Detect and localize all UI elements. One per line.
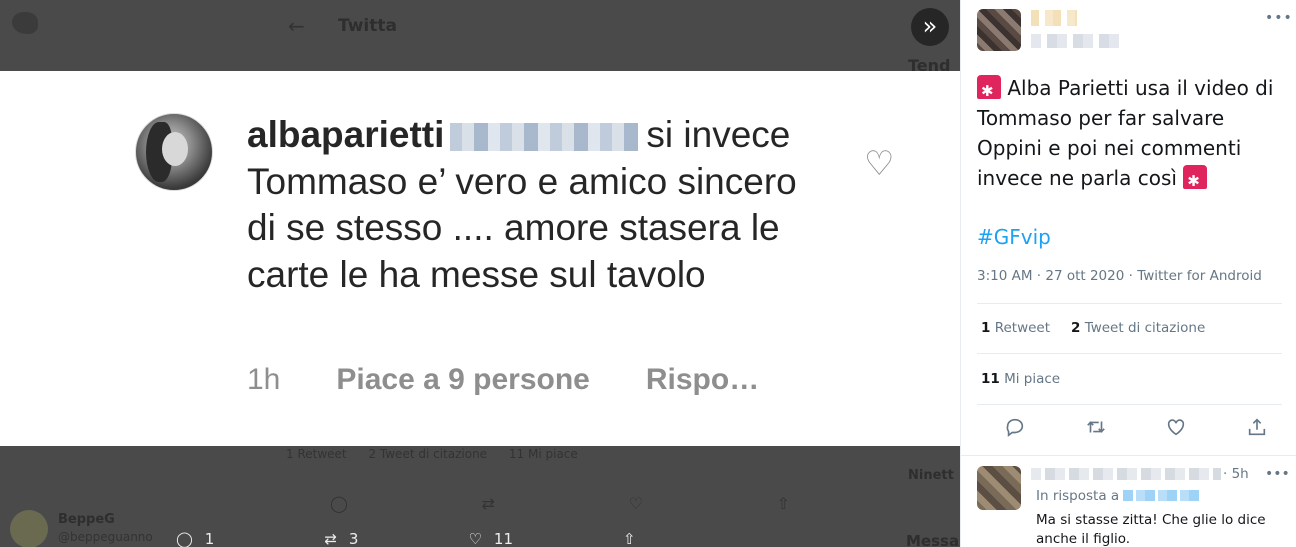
reply-icon: ◯ [330,494,348,513]
meta-separator: · [1124,268,1138,284]
expand-panel-button[interactable]: » [911,8,949,46]
divider [977,404,1282,405]
avatar-face [162,132,188,166]
blurred-author-handle [1031,34,1119,48]
tweet-meta: 3:10 AM · 27 ott 2020 · Twitter for Andr… [977,268,1262,284]
like-count: 11 [493,530,514,547]
tweet-action-bar [1001,416,1271,444]
reply-icon: ◯ [176,530,193,547]
retweet-icon[interactable] [1082,416,1110,444]
instagram-avatar [135,113,213,191]
background-action-bar: ◯ ⇄ ♡ ⇧ [330,494,790,513]
media-viewer: ← Twitta Tend 1 Retweet 2 Tweet di citaz… [0,0,960,547]
like-icon: ♡ [628,494,643,513]
retweets-label: Retweet [994,320,1051,336]
quotes-stat[interactable]: 2 Tweet di citazione [1071,320,1205,336]
comment-meta: 1h Piace a 9 persone Rispo… [247,363,759,397]
likes-count: 11 [981,371,1000,387]
background-stat: 1 Retweet [286,447,347,461]
siren-icon [977,75,1001,106]
background-stats: 1 Retweet 2 Tweet di citazione 11 Mi pia… [286,447,596,461]
background-messages-label: Messa [906,532,960,547]
heart-icon: ♡ [864,144,895,184]
like-icon[interactable] [1162,416,1190,444]
reply-time[interactable]: · 5h [1223,466,1249,482]
background-user-name: BeppeG [58,512,115,527]
blurred-mention [450,123,639,151]
like-icon: ♡ [468,530,482,547]
back-arrow-icon: ← [288,14,305,38]
blurred-reply-target[interactable] [1123,490,1202,501]
avatar[interactable] [977,466,1021,510]
likes-label: Mi piace [1004,371,1061,387]
retweet-icon: ⇄ [481,494,495,513]
siren-icon [1183,165,1208,196]
retweets-stat[interactable]: 1 Retweet [981,320,1050,336]
comment-reply: Rispo… [645,363,760,396]
avatar[interactable] [977,9,1021,51]
blurred-reply-author [1031,468,1221,480]
blurred-author-name [1031,10,1077,26]
quotes-label: Tweet di citazione [1084,320,1206,336]
reply-text: Ma si stasse zitta! Che glie lo dice anc… [1036,512,1266,547]
background-user-handle: @beppeguanno [58,530,153,544]
tweet-text: Alba Parietti usa il video di Tommaso pe… [977,73,1289,196]
in-reply-to: In risposta a [1036,488,1202,504]
background-side-heading: Ninett [908,468,954,483]
comment-likes: Piace a 9 persone [336,363,590,396]
hashtag-link[interactable]: #GFvip [977,225,1051,249]
reply-tweet[interactable]: · 5h ••• In risposta a Ma si stasse zitt… [961,455,1296,547]
tweet-detail-panel: ••• Alba Parietti usa il video di Tommas… [960,0,1296,547]
instagram-comment: albaparietti si invece Tommaso e’ vero e … [247,112,822,298]
share-icon: ⇧ [776,494,790,513]
tweet-source[interactable]: Twitter for Android [1137,268,1262,284]
in-reply-to-label: In risposta a [1036,488,1120,504]
comment-username: albaparietti [247,114,445,155]
avatar [10,510,48,547]
tweet-timestamp[interactable]: 3:10 AM · 27 ott 2020 [977,268,1124,284]
background-header-title: Twitta [338,16,397,36]
quotes-count: 2 [1071,320,1081,336]
share-icon[interactable] [1243,416,1271,444]
background-stat: 2 Tweet di citazione [368,447,488,461]
reply-icon[interactable] [1001,416,1029,444]
divider [977,303,1282,304]
background-bottom-actions: ◯ 1 ⇄ 3 ♡ 11 ⇧ [176,530,746,547]
divider [977,353,1282,354]
likes-stat[interactable]: 11 Mi piace [981,371,1060,387]
tweet-body: Alba Parietti usa il video di Tommaso pe… [977,76,1274,190]
share-icon: ⇧ [623,530,636,547]
retweet-icon: ⇄ [324,530,337,547]
more-options-icon[interactable]: ••• [1265,466,1290,482]
retweets-count: 1 [981,320,991,336]
reply-count: 1 [204,530,215,547]
twitter-bird-icon [12,12,38,34]
more-options-icon[interactable]: ••• [1265,10,1293,26]
retweet-count: 3 [348,530,359,547]
comment-time: 1h [247,363,281,396]
background-stat: 11 Mi piace [508,447,578,461]
